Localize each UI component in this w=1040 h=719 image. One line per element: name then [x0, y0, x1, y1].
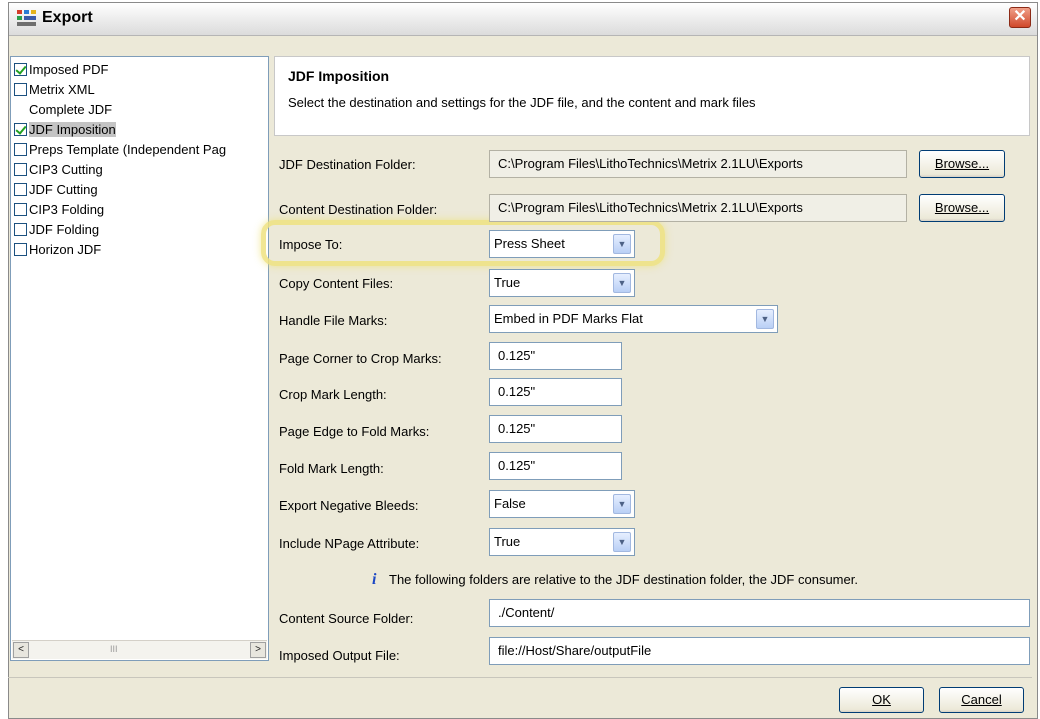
checkbox-jdf-folding[interactable]	[14, 222, 27, 236]
chevron-down-icon[interactable]: ▼	[613, 532, 631, 552]
checkbox-cip3-folding[interactable]	[14, 202, 27, 216]
list-item-label: CIP3 Cutting	[29, 161, 103, 177]
checkbox-preps-template[interactable]	[14, 142, 27, 156]
file-marks-label: Handle File Marks:	[279, 313, 388, 328]
output-file-label: Imposed Output File:	[279, 648, 400, 663]
list-item-jdf-cutting[interactable]: JDF Cutting	[14, 179, 98, 199]
chevron-down-icon[interactable]: ▼	[613, 234, 631, 254]
impose-to-value: Press Sheet	[494, 236, 565, 251]
impose-to-select[interactable]: Press Sheet ▼	[489, 230, 635, 258]
negative-bleeds-select[interactable]: False ▼	[489, 490, 635, 518]
jdf-destination-browse-button[interactable]: Browse...	[919, 150, 1005, 178]
close-button[interactable]: ✕	[1009, 7, 1031, 28]
title-bar: Export ✕	[9, 3, 1037, 36]
content-source-label: Content Source Folder:	[279, 611, 414, 626]
content-source-input[interactable]: ./Content/	[489, 599, 1030, 627]
copy-content-select[interactable]: True ▼	[489, 269, 635, 297]
crop-length-label: Crop Mark Length:	[279, 387, 387, 402]
info-icon: i	[372, 571, 377, 588]
edge-fold-input[interactable]: 0.125"	[489, 415, 622, 443]
chevron-down-icon[interactable]: ▼	[756, 309, 774, 329]
cancel-button[interactable]: Cancel	[939, 687, 1024, 713]
export-type-list[interactable]: Imposed PDF Metrix XML Complete JDF JDF …	[10, 56, 269, 661]
list-item-cip3-cutting[interactable]: CIP3 Cutting	[14, 159, 103, 179]
edge-fold-label: Page Edge to Fold Marks:	[279, 424, 430, 439]
jdf-destination-field[interactable]: C:\Program Files\LithoTechnics\Metrix 2.…	[489, 150, 907, 178]
list-item-label: Metrix XML	[29, 81, 95, 97]
list-item-label: CIP3 Folding	[29, 201, 105, 217]
list-item-horizon-jdf[interactable]: Horizon JDF	[14, 239, 101, 259]
file-marks-value: Embed in PDF Marks Flat	[494, 311, 643, 326]
list-item-complete-jdf[interactable]: Complete JDF	[14, 99, 112, 119]
list-item-label: Horizon JDF	[29, 241, 102, 257]
npage-select[interactable]: True ▼	[489, 528, 635, 556]
output-file-input[interactable]: file://Host/Share/outputFile	[489, 637, 1030, 665]
chevron-down-icon[interactable]: ▼	[613, 273, 631, 293]
section-header: JDF Imposition Select the destination an…	[274, 56, 1030, 136]
checkbox-jdf-cutting[interactable]	[14, 182, 27, 196]
ok-button[interactable]: OK	[839, 687, 924, 713]
list-item-metrix-xml[interactable]: Metrix XML	[14, 79, 95, 99]
info-text: The following folders are relative to th…	[389, 572, 858, 587]
list-item-label: Complete JDF	[29, 101, 113, 117]
section-title: JDF Imposition	[288, 68, 390, 84]
list-item-cip3-folding[interactable]: CIP3 Folding	[14, 199, 104, 219]
list-item-preps-template[interactable]: Preps Template (Independent Pag	[14, 139, 226, 159]
list-item-label: JDF Cutting	[29, 181, 98, 197]
export-app-icon	[17, 10, 36, 26]
content-destination-browse-button[interactable]: Browse...	[919, 194, 1005, 222]
list-item-imposed-pdf[interactable]: Imposed PDF	[14, 59, 108, 79]
content-destination-field[interactable]: C:\Program Files\LithoTechnics\Metrix 2.…	[489, 194, 907, 222]
content-destination-label: Content Destination Folder:	[279, 202, 438, 217]
list-item-label: Preps Template (Independent Pag	[29, 141, 227, 157]
npage-value: True	[494, 534, 521, 549]
copy-content-label: Copy Content Files:	[279, 276, 394, 291]
scroll-grip[interactable]: III	[110, 644, 118, 654]
list-item-label: JDF Folding	[29, 221, 100, 237]
chevron-down-icon[interactable]: ▼	[613, 494, 631, 514]
corner-crop-label: Page Corner to Crop Marks:	[279, 351, 442, 366]
fold-length-input[interactable]: 0.125"	[489, 452, 622, 480]
checkbox-metrix-xml[interactable]	[14, 82, 27, 96]
list-item-jdf-imposition[interactable]: JDF Imposition	[14, 119, 116, 139]
scroll-left-button[interactable]: <	[13, 642, 29, 658]
copy-content-value: True	[494, 275, 521, 290]
list-item-jdf-folding[interactable]: JDF Folding	[14, 219, 99, 239]
checkbox-jdf-imposition[interactable]	[14, 122, 27, 136]
list-item-label: Imposed PDF	[29, 61, 109, 77]
scroll-right-button[interactable]: >	[250, 642, 266, 658]
horizontal-scrollbar[interactable]: < III >	[12, 640, 267, 659]
file-marks-select[interactable]: Embed in PDF Marks Flat ▼	[489, 305, 778, 333]
negative-bleeds-value: False	[494, 496, 526, 511]
checkbox-horizon-jdf[interactable]	[14, 242, 27, 256]
footer-divider	[8, 677, 1032, 678]
fold-length-label: Fold Mark Length:	[279, 461, 384, 476]
window-title: Export	[42, 9, 93, 26]
npage-label: Include NPage Attribute:	[279, 536, 420, 551]
list-item-label: JDF Imposition	[29, 121, 116, 137]
negative-bleeds-label: Export Negative Bleeds:	[279, 498, 419, 513]
checkbox-imposed-pdf[interactable]	[14, 62, 27, 76]
impose-to-label: Impose To:	[279, 237, 343, 252]
crop-length-input[interactable]: 0.125"	[489, 378, 622, 406]
section-description: Select the destination and settings for …	[288, 95, 756, 110]
checkbox-cip3-cutting[interactable]	[14, 162, 27, 176]
jdf-destination-label: JDF Destination Folder:	[279, 157, 416, 172]
corner-crop-input[interactable]: 0.125"	[489, 342, 622, 370]
